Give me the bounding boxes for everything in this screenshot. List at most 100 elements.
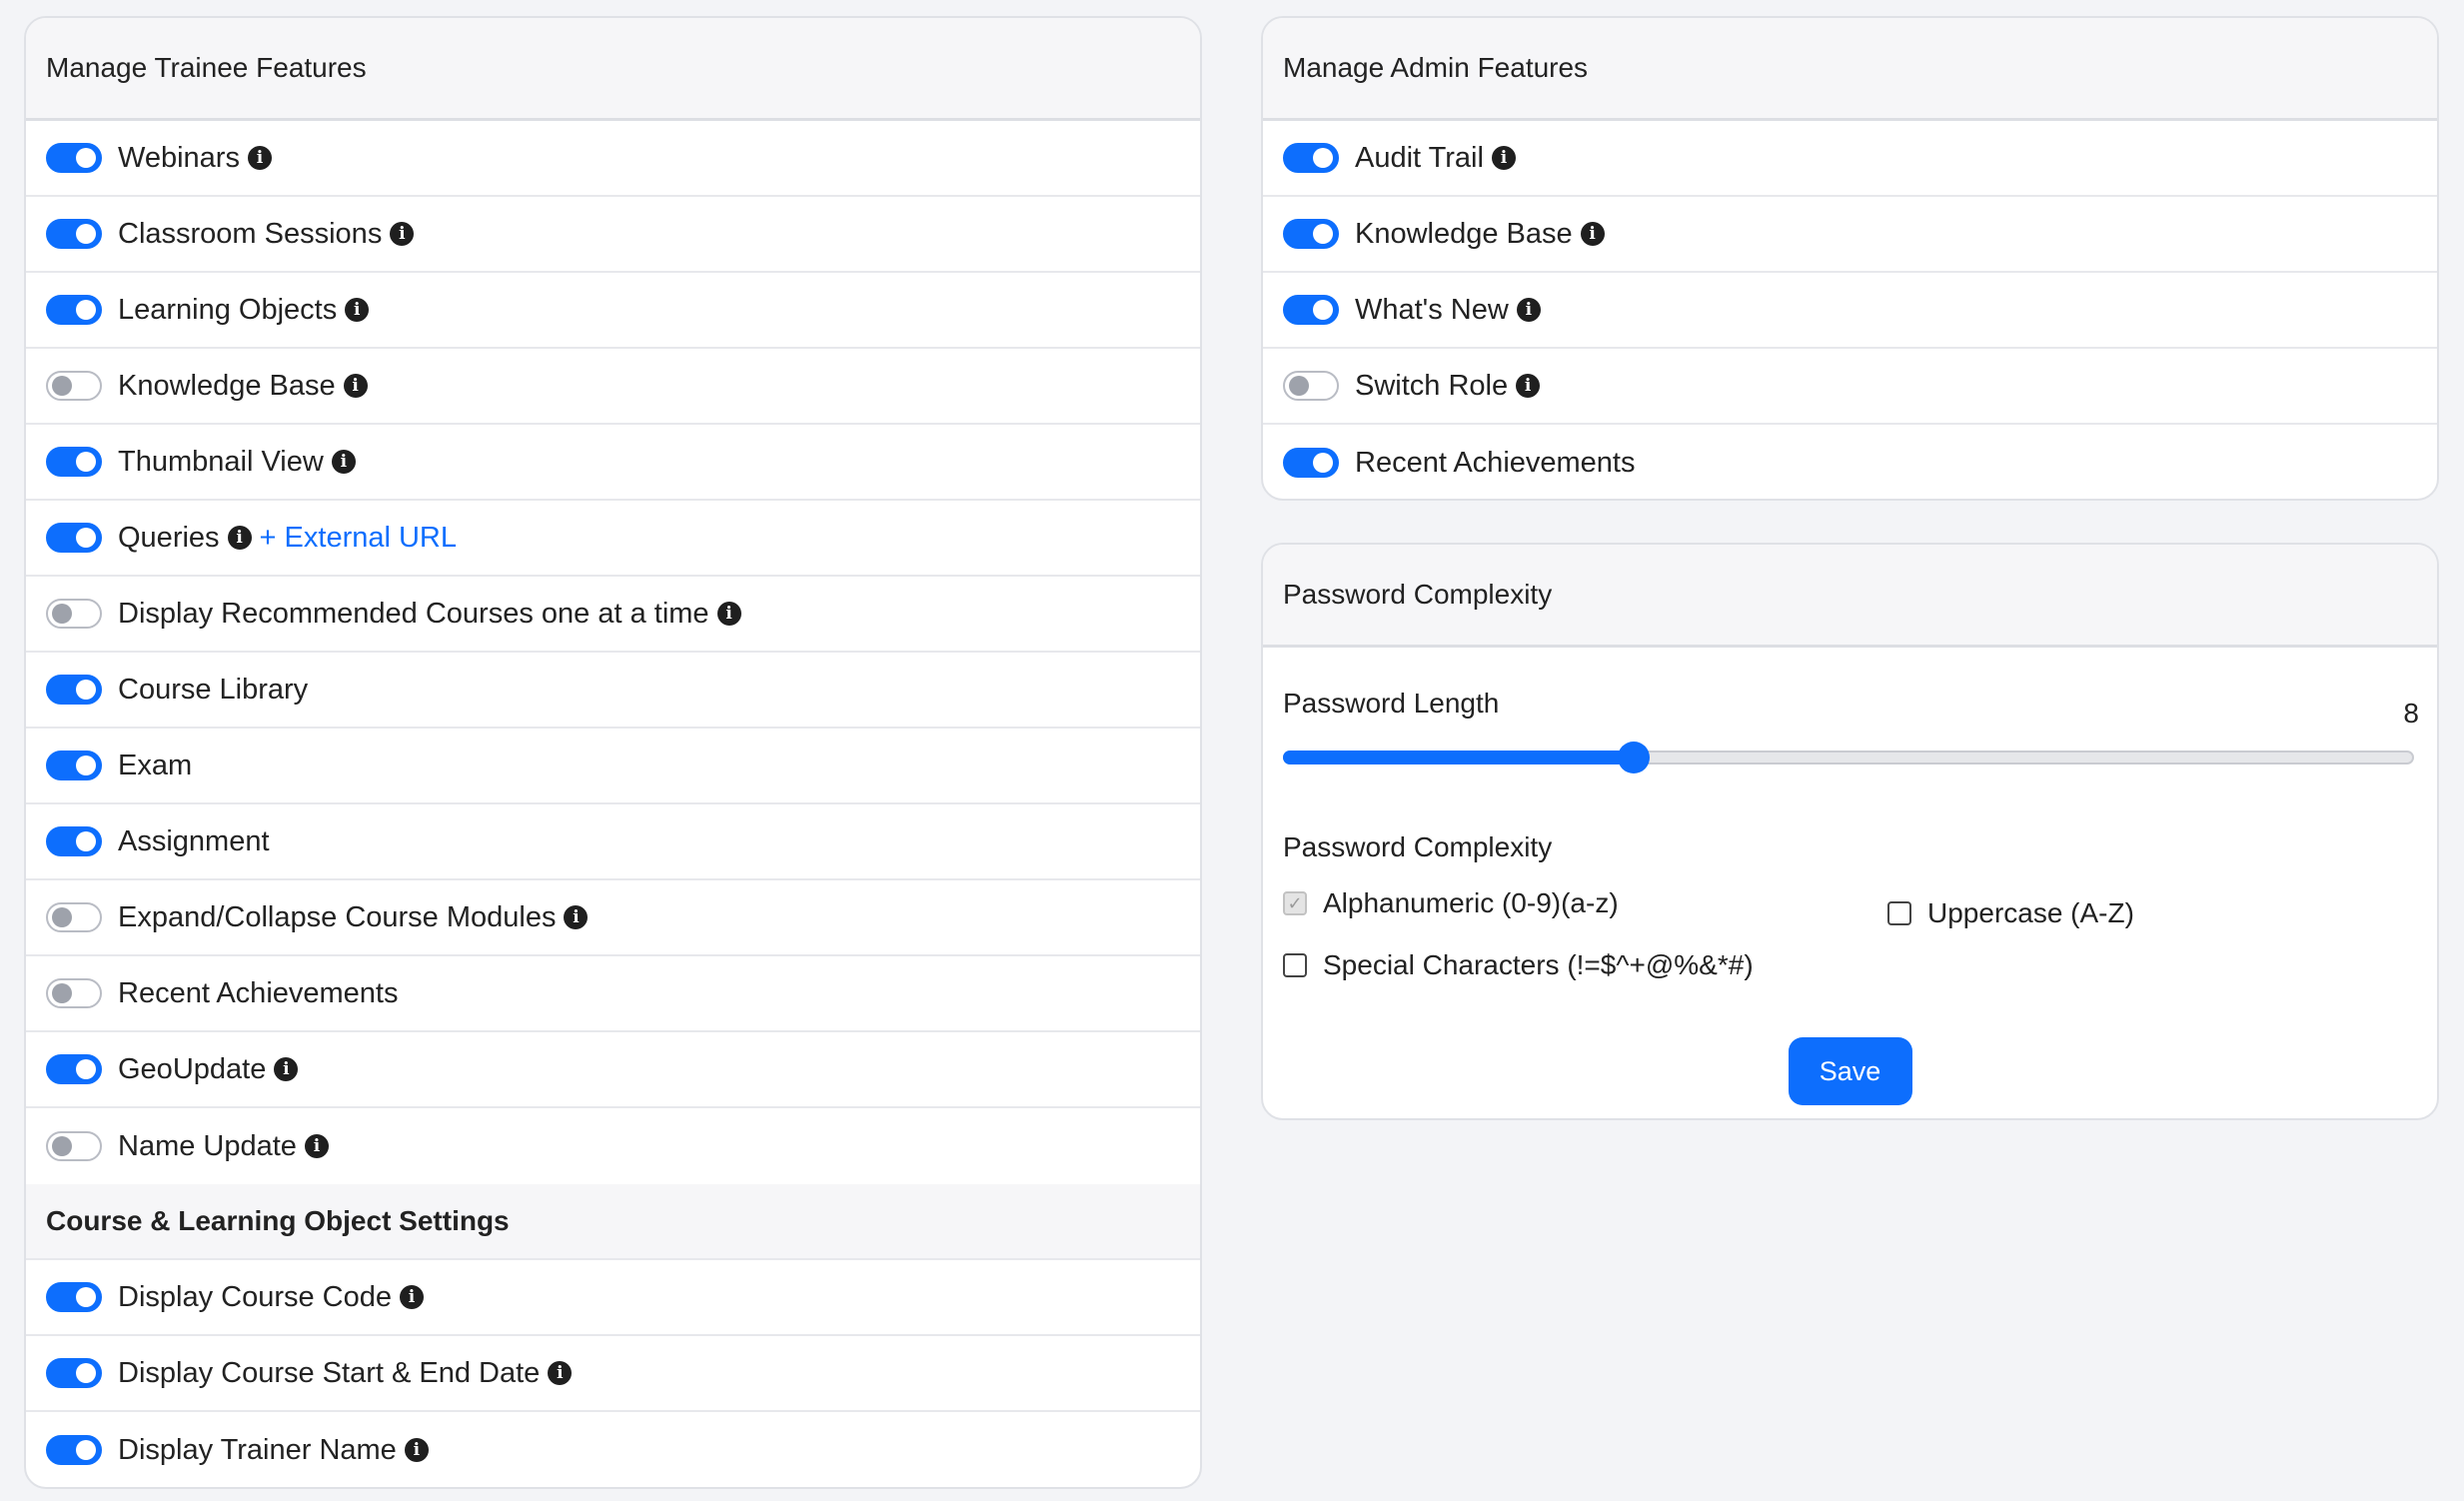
password-complexity-title: Password Complexity [1263, 545, 2437, 648]
alphanumeric-option[interactable]: ✓ Alphanumeric (0-9)(a-z) [1283, 887, 1619, 919]
feature-row-course-library: Course Library [26, 653, 1200, 729]
info-icon[interactable]: i [400, 1285, 425, 1309]
course-settings-heading: Course & Learning Object Settings [26, 1184, 1200, 1260]
feature-row-recent-achievements: Recent Achievements [1263, 425, 2437, 499]
toggle-knob [76, 1287, 96, 1307]
feature-row-display-course-start-end-date: Display Course Start & End Date i [26, 1336, 1200, 1412]
alphanumeric-label: Alphanumeric (0-9)(a-z) [1323, 887, 1619, 918]
toggle-knob [76, 755, 96, 775]
feature-row-display-recommended-courses-one-at-a-time: Display Recommended Courses one at a tim… [26, 577, 1200, 653]
display-trainer-name-toggle[interactable] [46, 1435, 102, 1465]
info-icon[interactable]: i [1580, 222, 1605, 246]
info-icon[interactable]: i [548, 1361, 573, 1385]
info-icon[interactable]: i [1516, 374, 1541, 398]
info-icon[interactable]: i [1516, 298, 1541, 322]
uppercase-option[interactable]: Uppercase (A-Z) [1887, 897, 2134, 929]
toggle-knob [76, 224, 96, 244]
special-characters-checkbox[interactable] [1283, 953, 1307, 977]
thumbnail-view-toggle[interactable] [46, 447, 102, 477]
exam-toggle[interactable] [46, 750, 102, 780]
expand-collapse-course-modules-label: Expand/Collapse Course Modules [118, 900, 557, 933]
info-icon[interactable]: i [343, 374, 368, 398]
recent-achievements-toggle[interactable] [46, 978, 102, 1008]
save-button[interactable]: Save [1788, 1037, 1912, 1105]
special-characters-option[interactable]: Special Characters (!=$^+@%&*#) [1283, 949, 1754, 981]
classroom-sessions-toggle[interactable] [46, 219, 102, 249]
info-icon[interactable]: i [564, 905, 589, 929]
feature-row-exam: Exam [26, 729, 1200, 804]
queries-label: Queries [118, 521, 220, 554]
feature-row-audit-trail: Audit Trail i [1263, 121, 2437, 197]
course-library-toggle[interactable] [46, 675, 102, 705]
admin-features-list: Audit Trail i Knowledge Base i What's New i Sw… [1263, 121, 2437, 499]
switch-role-toggle[interactable] [1283, 371, 1339, 401]
knowledge-base-label: Knowledge Base [1355, 217, 1573, 250]
password-length-label: Password Length [1283, 688, 1500, 719]
alphanumeric-checkbox[interactable]: ✓ [1283, 891, 1307, 915]
info-icon[interactable]: i [1491, 146, 1516, 170]
learning-objects-label: Learning Objects [118, 293, 338, 326]
toggle-knob [52, 983, 72, 1003]
toggle-knob [76, 300, 96, 320]
recent-achievements-toggle[interactable] [1283, 448, 1339, 478]
audit-trail-toggle[interactable] [1283, 143, 1339, 173]
webinars-toggle[interactable] [46, 143, 102, 173]
recent-achievements-label: Recent Achievements [118, 976, 399, 1009]
toggle-knob [1313, 148, 1333, 168]
info-icon[interactable]: i [390, 222, 415, 246]
assignment-toggle[interactable] [46, 826, 102, 856]
trainee-features-card: Manage Trainee Features Webinars i Classro… [24, 16, 1202, 1489]
geoupdate-toggle[interactable] [46, 1054, 102, 1084]
assignment-label: Assignment [118, 824, 270, 857]
display-trainer-name-label: Display Trainer Name [118, 1433, 397, 1466]
feature-row-expand-collapse-course-modules: Expand/Collapse Course Modules i [26, 880, 1200, 956]
info-icon[interactable]: i [274, 1057, 299, 1081]
info-icon[interactable]: i [404, 1438, 429, 1462]
toggle-knob [52, 907, 72, 927]
webinars-label: Webinars [118, 141, 240, 174]
feature-row-queries: Queries i + External URL [26, 501, 1200, 577]
display-recommended-courses-one-at-a-time-toggle[interactable] [46, 599, 102, 629]
queries-toggle[interactable] [46, 523, 102, 553]
feature-row-what-s-new: What's New i [1263, 273, 2437, 349]
slider-thumb[interactable] [1617, 742, 1650, 773]
display-course-code-toggle[interactable] [46, 1282, 102, 1312]
feature-row-recent-achievements: Recent Achievements [26, 956, 1200, 1032]
audit-trail-label: Audit Trail [1355, 141, 1484, 174]
info-icon[interactable]: i [304, 1134, 329, 1158]
toggle-knob [76, 452, 96, 472]
admin-features-card: Manage Admin Features Audit Trail i Knowle… [1261, 16, 2439, 501]
what-s-new-toggle[interactable] [1283, 295, 1339, 325]
feature-row-knowledge-base: Knowledge Base i [1263, 197, 2437, 273]
external-url-link[interactable]: + External URL [260, 522, 457, 555]
course-library-label: Course Library [118, 673, 309, 706]
toggle-knob [76, 680, 96, 700]
geoupdate-label: GeoUpdate [118, 1052, 267, 1085]
name-update-toggle[interactable] [46, 1131, 102, 1161]
info-icon[interactable]: i [716, 602, 741, 626]
feature-row-geoupdate: GeoUpdate i [26, 1032, 1200, 1108]
slider-fill [1283, 750, 1634, 764]
display-course-code-label: Display Course Code [118, 1280, 393, 1313]
name-update-label: Name Update [118, 1129, 297, 1162]
feature-row-name-update: Name Update i [26, 1108, 1200, 1184]
display-course-start-end-date-label: Display Course Start & End Date [118, 1356, 541, 1389]
info-icon[interactable]: i [345, 298, 370, 322]
expand-collapse-course-modules-toggle[interactable] [46, 902, 102, 932]
toggle-knob [52, 1136, 72, 1156]
toggle-knob [76, 528, 96, 548]
toggle-knob [52, 376, 72, 396]
display-recommended-courses-one-at-a-time-label: Display Recommended Courses one at a tim… [118, 597, 709, 630]
knowledge-base-toggle[interactable] [1283, 219, 1339, 249]
info-icon[interactable]: i [227, 526, 252, 550]
knowledge-base-label: Knowledge Base [118, 369, 336, 402]
password-length-slider[interactable] [1283, 742, 2414, 773]
display-course-start-end-date-toggle[interactable] [46, 1358, 102, 1388]
uppercase-checkbox[interactable] [1887, 901, 1911, 925]
info-icon[interactable]: i [331, 450, 356, 474]
learning-objects-toggle[interactable] [46, 295, 102, 325]
info-icon[interactable]: i [247, 146, 272, 170]
knowledge-base-toggle[interactable] [46, 371, 102, 401]
complexity-options: ✓ Alphanumeric (0-9)(a-z) Uppercase (A-Z… [1283, 887, 2417, 1037]
feature-row-display-course-code: Display Course Code i [26, 1260, 1200, 1336]
